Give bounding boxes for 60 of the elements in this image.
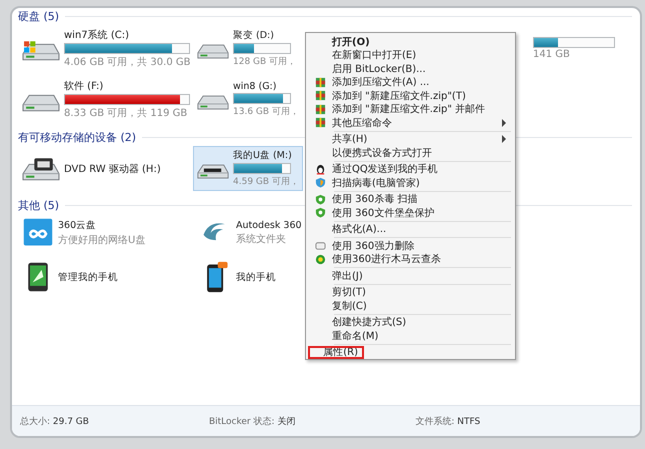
menu-item[interactable]: 使用 360杀毒 扫描 bbox=[308, 192, 513, 206]
menu-item[interactable]: 通过QQ发送到我的手机 bbox=[308, 162, 513, 176]
section-title[interactable]: 其他 (5) bbox=[18, 198, 60, 213]
menu-item[interactable]: 复制(C) bbox=[308, 299, 513, 312]
free-space-text: 4.59 GB 可用， bbox=[233, 176, 299, 188]
drive-tile[interactable]: win8 (G:) 13.6 GB 可用， bbox=[193, 76, 303, 123]
free-space-text: 141 GB bbox=[533, 49, 571, 60]
drive-name: 软件 (F:) bbox=[64, 80, 104, 93]
shield-icon bbox=[314, 194, 326, 205]
menu-item[interactable]: 使用 360文件堡垒保护 bbox=[308, 206, 513, 220]
section-title[interactable]: 有可移动存储的设备 (2) bbox=[18, 130, 136, 145]
menu-item[interactable]: 打开(O) bbox=[308, 35, 513, 48]
dvd-drive-icon bbox=[22, 156, 60, 180]
menu-item[interactable]: 使用360进行木马云查杀 bbox=[308, 252, 513, 266]
detail-text: 文件系统: NTFS bbox=[415, 416, 480, 428]
drive-tile[interactable]: win7系统 (C:) 4.06 GB 可用，共 30.0 GB bbox=[18, 25, 194, 72]
shield-icon bbox=[314, 207, 326, 218]
menu-item[interactable]: 添加到 "新建压缩文件.zip"(T) bbox=[308, 89, 513, 102]
item-name: 我的手机 bbox=[236, 270, 276, 284]
drive-name: DVD RW 驱动器 (H:) bbox=[64, 162, 161, 176]
menu-item[interactable]: 其他压缩命令 bbox=[308, 116, 513, 130]
ball-icon bbox=[314, 254, 326, 265]
free-space-text: 128 GB 可用， bbox=[233, 56, 296, 68]
drive-name: 我的U盘 (M:) bbox=[233, 149, 293, 162]
archive-icon bbox=[314, 104, 326, 115]
drive-name: 聚变 (D:) bbox=[233, 29, 275, 42]
drive-name: win8 (G:) bbox=[233, 81, 278, 92]
menu-item[interactable]: 弹出(J) bbox=[308, 269, 513, 282]
menu-item[interactable]: 扫描病毒(电脑管家) bbox=[308, 176, 513, 190]
menu-item[interactable]: 格式化(A)... bbox=[308, 222, 513, 236]
archive-icon bbox=[314, 90, 326, 102]
menu-item[interactable]: 添加到 "新建压缩文件.zip" 并邮件 bbox=[308, 102, 513, 116]
item-description: 方便好用的网络U盘 bbox=[58, 234, 146, 247]
item-name: Autodesk 360 bbox=[236, 220, 302, 231]
menu-item[interactable]: 添加到压缩文件(A) ... bbox=[308, 76, 513, 89]
free-space-text: 4.06 GB 可用，共 30.0 GB bbox=[64, 56, 190, 69]
detail-text: BitLocker 状态: 关闭 bbox=[208, 416, 296, 428]
section-title[interactable]: 硬盘 (5) bbox=[18, 9, 60, 24]
drive-tile[interactable]: 聚变 (D:) 128 GB 可用， bbox=[193, 25, 300, 72]
free-space-text: 13.6 GB 可用， bbox=[233, 106, 299, 118]
detail-text: 总大小: 29.7 GB bbox=[20, 416, 89, 428]
menu-item[interactable]: 以便携式设备方式打开 bbox=[308, 146, 513, 160]
item-name: 管理我的手机 bbox=[58, 270, 118, 284]
item-description: 系统文件夹 bbox=[236, 232, 287, 246]
menu-item[interactable]: 重命名(M) bbox=[308, 329, 513, 342]
archive-icon bbox=[314, 117, 326, 128]
menu-item[interactable]: 启用 BitLocker(B)... bbox=[308, 62, 513, 76]
archive-icon bbox=[314, 76, 326, 88]
free-space-text: 8.33 GB 可用，共 119 GB bbox=[64, 106, 188, 120]
item-name: 360云盘 bbox=[58, 219, 98, 232]
menu-item[interactable]: 共享(H) bbox=[308, 132, 513, 146]
menu-item[interactable]: 创建快捷方式(S) bbox=[308, 316, 513, 329]
drive-tile[interactable]: DVD RW 驱动器 (H:) bbox=[18, 146, 165, 191]
shield-icon bbox=[314, 177, 326, 188]
drive-name: win7系统 (C:) bbox=[64, 28, 130, 42]
menu-item[interactable]: 在新窗口中打开(E) bbox=[308, 48, 513, 62]
menu-item[interactable]: 剪切(T) bbox=[308, 286, 513, 299]
menu-item[interactable]: 使用 360强力删除 bbox=[308, 239, 513, 252]
selected-drive-tile[interactable]: 我的U盘 (M:) 4.59 GB 可用， bbox=[193, 146, 303, 191]
drive-tile[interactable]: 软件 (F:) 8.33 GB 可用，共 119 GB bbox=[18, 76, 194, 123]
